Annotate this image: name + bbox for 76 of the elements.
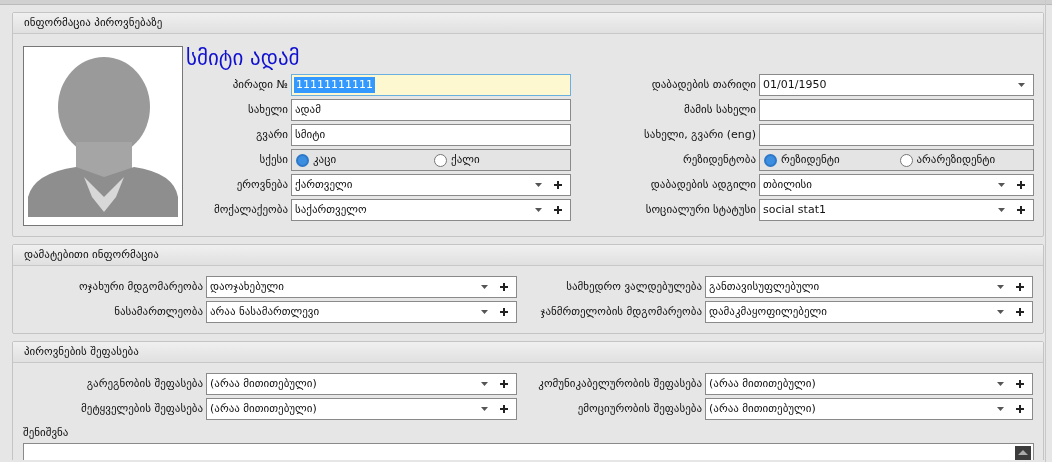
caret-icon[interactable] (481, 310, 488, 314)
field-label: მამის სახელი (682, 101, 756, 118)
caret-icon[interactable] (998, 208, 1005, 212)
plus-icon[interactable] (500, 380, 508, 388)
section-title: დამატებითი ინფორმაცია (13, 245, 1043, 266)
field-label: გარეგნობის შეფასება (85, 375, 203, 392)
field-label: სახელი (246, 101, 288, 118)
plus-icon[interactable] (1017, 181, 1025, 189)
plus-icon[interactable] (554, 181, 562, 189)
section-title: ინფორმაცია პიროვნებაზე (13, 13, 1043, 34)
field-label: ოჯახური მდგომარეობა (77, 278, 203, 295)
field-label: სამხედრო ვალდებულება (565, 278, 702, 295)
radio-indicator[interactable] (296, 153, 309, 167)
plus-icon[interactable] (500, 405, 508, 413)
dropdown[interactable]: განთავისუფლებული (705, 276, 1033, 298)
scrollbar[interactable] (1015, 445, 1031, 460)
radio-button[interactable]: რეზიდენტი (764, 151, 898, 169)
plus-icon[interactable] (1016, 308, 1024, 316)
caret-icon[interactable] (997, 310, 1004, 314)
plus-icon[interactable] (500, 308, 508, 316)
caret-icon[interactable] (997, 407, 1004, 411)
caret-icon[interactable] (997, 382, 1004, 386)
field-label: ნასამართლეობა (113, 303, 203, 320)
plus-icon[interactable] (1017, 206, 1025, 214)
field-label: შენიშვნა (23, 425, 70, 441)
radio-indicator[interactable] (764, 153, 777, 167)
dropdown[interactable]: არაა ნასამართლევი (206, 301, 517, 323)
field-label: სახელი, გვარი (eng) (643, 126, 756, 143)
caret-icon[interactable] (481, 382, 488, 386)
dropdown[interactable]: (არაა მითითებული) (206, 373, 517, 395)
text-field[interactable] (759, 99, 1034, 121)
field-label: სქესი (258, 151, 288, 168)
dropdown[interactable]: დამაკმაყოფილებელი (705, 301, 1033, 323)
text-field[interactable]: სმიტი (291, 124, 571, 146)
field-label: სოციალური სტატუსი (644, 201, 756, 218)
dropdown[interactable]: (არაა მითითებული) (206, 398, 517, 420)
field-label: დაბადების ადგილი (649, 176, 756, 193)
field-label: ემოციურობის შეფასება (576, 400, 702, 417)
dropdown[interactable]: social stat1 (759, 199, 1034, 221)
plus-icon[interactable] (554, 206, 562, 214)
radio-indicator[interactable] (434, 153, 447, 167)
dropdown[interactable]: (არაა მითითებული) (705, 373, 1033, 395)
caret-icon[interactable] (481, 285, 488, 289)
radio-button[interactable]: არარეზიდენტი (899, 151, 1033, 169)
text-field[interactable] (759, 124, 1034, 146)
plus-icon[interactable] (1016, 380, 1024, 388)
field-label: პირადი № (231, 76, 288, 93)
radio-button[interactable]: კაცი (296, 151, 432, 169)
section-title: პიროვნების შეფასება (13, 342, 1043, 363)
field-label: ეროვნება (235, 176, 288, 193)
text-field[interactable]: ადამ (291, 99, 571, 121)
dropdown[interactable]: თბილისი (759, 174, 1034, 196)
person-name: სმიტი ადამ (186, 45, 301, 72)
field-label: გვარი (254, 126, 288, 143)
dropdown[interactable]: (არაა მითითებული) (705, 398, 1033, 420)
caret-icon[interactable] (998, 183, 1005, 187)
field-label: მეტყველების შეფასება (80, 400, 203, 417)
field-label: ჯანმრთელობის მდგომარეობა (539, 303, 702, 320)
field-label: რეზიდენტობა (682, 151, 756, 168)
plus-icon[interactable] (500, 283, 508, 291)
field-label: კომუნიკაბელურობის შეფასება (537, 375, 702, 392)
field-label: მოქალაქეობა (212, 201, 288, 218)
caret-icon[interactable] (997, 285, 1004, 289)
caret-icon[interactable] (481, 407, 488, 411)
caret-icon[interactable] (535, 208, 542, 212)
caret-icon[interactable] (1018, 83, 1025, 87)
dropdown[interactable]: საქართველო (291, 199, 571, 221)
dropdown[interactable]: დაოჯახებული (206, 276, 517, 298)
dropdown[interactable]: ქართველი (291, 174, 571, 196)
caret-icon[interactable] (535, 183, 542, 187)
plus-icon[interactable] (1016, 405, 1024, 413)
field-label: დაბადების თარიღი (650, 76, 756, 93)
radio-indicator[interactable] (899, 153, 913, 167)
radio-button[interactable]: ქალი (434, 151, 570, 169)
date-picker[interactable]: 01/01/1950 (759, 74, 1034, 96)
plus-icon[interactable] (1016, 283, 1024, 291)
